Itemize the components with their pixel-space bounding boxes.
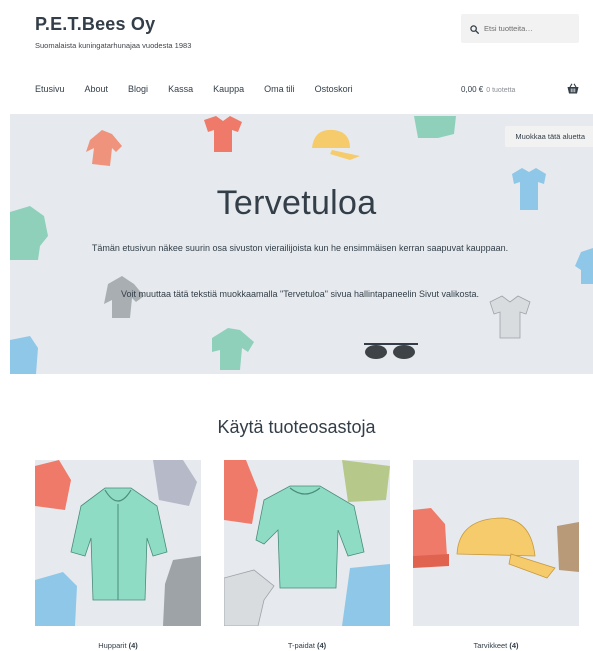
accessories-image xyxy=(413,508,579,579)
hoodie-illustration xyxy=(86,130,122,166)
nav-item-ostoskori[interactable]: Ostoskori xyxy=(315,84,353,94)
category-label[interactable]: T-paidat (4) xyxy=(224,641,390,650)
sunglasses-illustration xyxy=(364,343,418,359)
cart-amount: 0,00 € xyxy=(461,85,484,94)
category-name: Hupparit xyxy=(98,641,127,650)
category-t-paidat[interactable]: T-paidat (4) xyxy=(224,460,390,650)
category-image[interactable] xyxy=(35,460,201,626)
site-title[interactable]: P.E.T.Bees Oy xyxy=(35,14,155,35)
hero-banner: Muokkaa tätä aluetta Tervetuloa Tämän et… xyxy=(10,114,593,374)
category-tarvikkeet[interactable]: Tarvikkeet (4) xyxy=(413,460,579,650)
tshirt-white-illustration xyxy=(489,295,531,339)
hero-text-secondary: Voit muuttaa tätä tekstiä muokkaamalla "… xyxy=(120,289,480,299)
category-label[interactable]: Hupparit (4) xyxy=(35,641,201,650)
search-box[interactable] xyxy=(461,14,579,43)
categories-title: Käytä tuoteosastoja xyxy=(217,417,376,437)
search-input[interactable] xyxy=(484,24,574,33)
cart-contents[interactable]: 0,00 €0 tuotetta xyxy=(461,85,515,94)
category-image[interactable] xyxy=(224,460,390,626)
nav-item-oma-tili[interactable]: Oma tili xyxy=(264,84,295,94)
shirt-green-illustration xyxy=(212,328,254,370)
hoodie-image xyxy=(35,460,201,626)
nav-item-about[interactable]: About xyxy=(85,84,109,94)
category-count: (4) xyxy=(509,641,519,650)
category-count: (4) xyxy=(128,641,138,650)
tshirt-illustration xyxy=(204,116,242,152)
tank-illustration xyxy=(10,336,38,374)
category-label[interactable]: Tarvikkeet (4) xyxy=(413,641,579,650)
polo-right-illustration xyxy=(575,248,593,284)
site-description: Suomalaista kuningatarhunajaa vuodesta 1… xyxy=(35,41,192,50)
nav-item-kauppa[interactable]: Kauppa xyxy=(213,84,244,94)
nav-item-blogi[interactable]: Blogi xyxy=(128,84,148,94)
tshirt-image xyxy=(224,460,390,626)
cap-illustration xyxy=(312,129,360,160)
cart-count: 0 tuotetta xyxy=(486,87,516,94)
nav-item-kassa[interactable]: Kassa xyxy=(168,84,193,94)
primary-navigation: Etusivu About Blogi Kassa Kauppa Oma til… xyxy=(35,84,373,94)
hero-title: Tervetuloa xyxy=(216,184,377,222)
category-image[interactable] xyxy=(413,460,579,626)
shirt-illustration xyxy=(414,116,456,138)
category-count: (4) xyxy=(317,641,327,650)
edit-section-button[interactable]: Muokkaa tätä aluetta xyxy=(505,126,593,147)
category-name: Tarvikkeet xyxy=(473,641,508,650)
nav-item-etusivu[interactable]: Etusivu xyxy=(35,84,65,94)
hero-text: Tämän etusivun näkee suurin osa sivuston… xyxy=(91,243,509,253)
basket-icon[interactable] xyxy=(567,83,579,94)
category-hupparit[interactable]: Hupparit (4) xyxy=(35,460,201,650)
search-icon xyxy=(470,19,479,38)
category-name: T-paidat xyxy=(287,641,315,650)
